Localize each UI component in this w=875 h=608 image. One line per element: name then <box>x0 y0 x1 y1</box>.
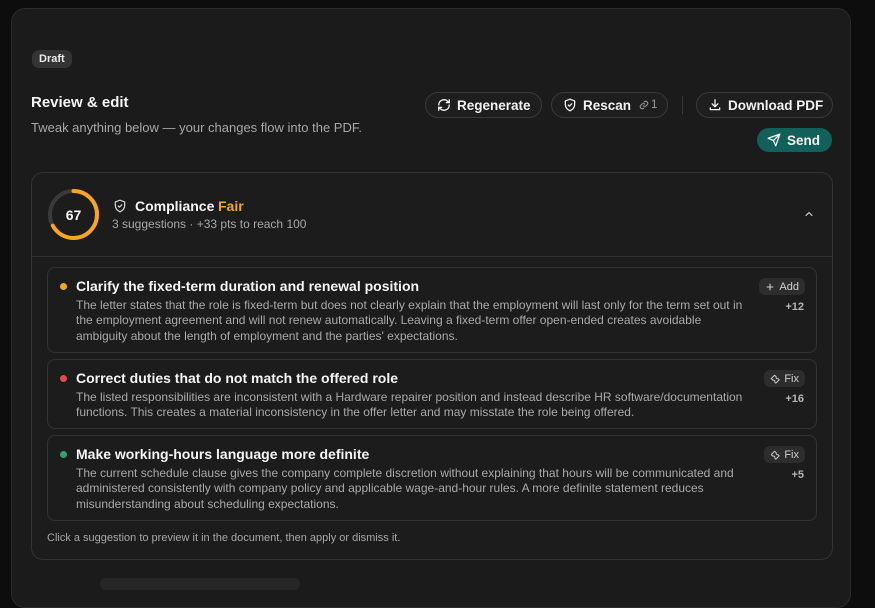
suggestion-item[interactable]: Clarify the fixed-term duration and rene… <box>47 267 817 353</box>
shield-icon <box>114 199 126 213</box>
rescan-count-value: 1 <box>651 99 658 111</box>
page-subtitle: Tweak anything below — your changes flow… <box>31 120 362 135</box>
send-label: Send <box>787 132 821 148</box>
wrench-icon <box>771 450 780 460</box>
severity-dot <box>60 283 67 290</box>
suggestion-title: Make working-hours language more definit… <box>76 446 370 462</box>
add-label: Add <box>779 280 799 293</box>
page-title: Review & edit <box>31 94 129 111</box>
regenerate-button[interactable]: Regenerate <box>425 92 542 118</box>
suggestion-description: The letter states that the role is fixed… <box>76 298 743 343</box>
download-pdf-label: Download PDF <box>728 97 824 113</box>
chevron-up-icon[interactable] <box>803 208 815 220</box>
fix-label: Fix <box>784 372 799 385</box>
compliance-score: 67 <box>65 206 82 223</box>
footer-hint: Click a suggestion to preview it in the … <box>47 532 401 544</box>
link-icon <box>639 100 649 110</box>
fix-button[interactable]: Fix <box>764 370 805 387</box>
suggestion-points: +5 <box>791 469 804 481</box>
send-button[interactable]: Send <box>757 128 832 152</box>
fix-label: Fix <box>784 448 799 461</box>
refresh-icon <box>438 99 450 111</box>
suggestion-item[interactable]: Make working-hours language more definit… <box>47 435 817 521</box>
compliance-meta: 3 suggestions · +33 pts to reach 100 <box>112 217 307 231</box>
send-icon <box>767 133 781 147</box>
suggestion-item[interactable]: Correct duties that do not match the off… <box>47 359 817 429</box>
download-pdf-button[interactable]: Download PDF <box>696 92 833 118</box>
rescan-button[interactable]: Rescan 1 <box>551 92 668 118</box>
severity-dot <box>60 451 67 458</box>
status-badge: Draft <box>32 50 72 68</box>
download-icon <box>709 99 721 111</box>
compliance-rating: Fair <box>218 198 244 214</box>
suggestion-points: +16 <box>785 393 804 405</box>
fix-button[interactable]: Fix <box>764 446 805 463</box>
plus-icon <box>766 283 774 290</box>
bottom-section-fragment <box>100 578 300 590</box>
toolbar-divider <box>682 96 683 114</box>
regenerate-label: Regenerate <box>457 97 531 113</box>
compliance-label: Compliance <box>135 198 215 214</box>
suggestion-title: Clarify the fixed-term duration and rene… <box>76 278 420 294</box>
card-divider <box>32 256 832 257</box>
suggestion-title: Correct duties that do not match the off… <box>76 370 399 386</box>
shield-check-icon <box>564 98 576 112</box>
suggestion-points: +12 <box>785 301 804 313</box>
suggestion-description: The current schedule clause gives the co… <box>76 466 734 511</box>
wrench-icon <box>771 374 780 384</box>
severity-dot <box>60 375 67 382</box>
suggestion-description: The listed responsibilities are inconsis… <box>76 390 743 420</box>
rescan-label: Rescan <box>583 97 632 113</box>
rescan-count: 1 <box>639 99 657 111</box>
add-button[interactable]: Add <box>759 278 805 295</box>
